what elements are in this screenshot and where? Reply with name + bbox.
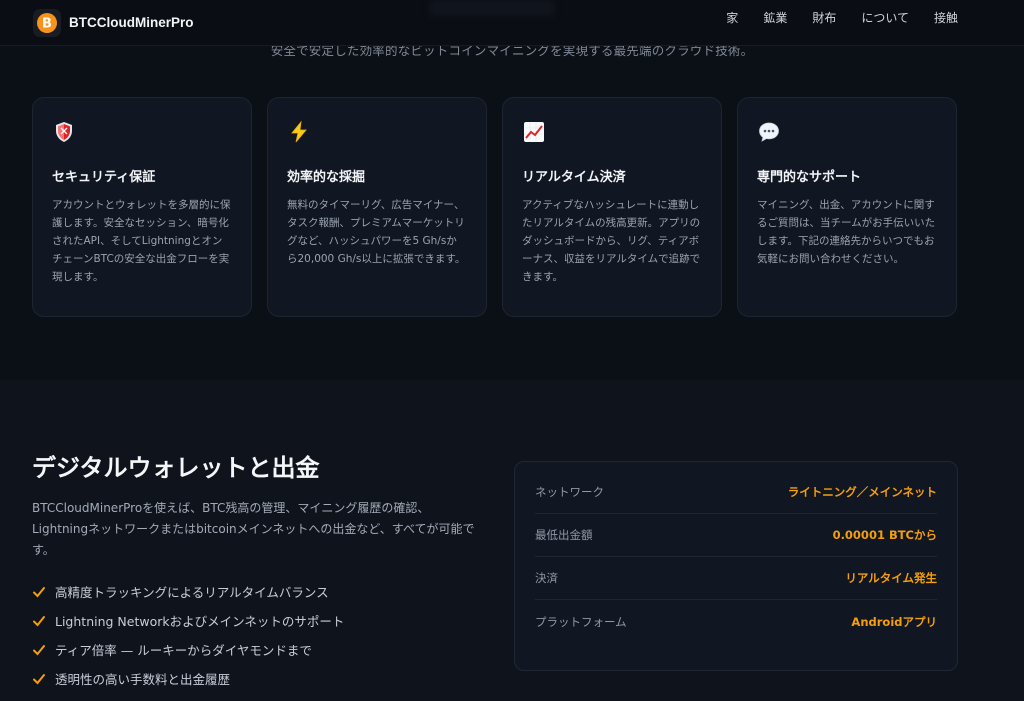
spec-label: プラットフォーム: [535, 614, 627, 629]
shield-icon: [56, 122, 72, 142]
wallet-section-title: デジタルウォレットと出金: [32, 454, 320, 482]
nav-link-contact[interactable]: 接触: [934, 9, 958, 26]
list-item-text: ティア倍率 — ルーキーからダイヤモンドまで: [55, 643, 312, 658]
spec-value: リアルタイム発生: [845, 571, 937, 585]
feature-desc: アクティブなハッシュレートに連動したリアルタイムの残高更新。アプリのダッシュボー…: [522, 199, 701, 283]
spec-row-min-withdrawal: 最低出金額 0.00001 BTCから: [535, 514, 937, 557]
feature-desc: 無料のタイマーリグ、広告マイナー、タスク報酬、プレミアムマーケットリグなど、ハッ…: [287, 199, 466, 265]
spec-label: ネットワーク: [535, 485, 604, 499]
check-icon: [33, 644, 45, 655]
feature-title: リアルタイム決済: [522, 170, 626, 185]
wallet-feature-list: 高精度トラッキングによるリアルタイムバランス Lightning Network…: [32, 577, 344, 693]
check-icon: [33, 615, 45, 626]
nav-link-home[interactable]: 家: [726, 9, 738, 26]
svg-text:B: B: [42, 16, 52, 31]
feature-desc: アカウントとウォレットを多層的に保護します。安全なセッション、暗号化されたAPI…: [52, 199, 231, 283]
feature-desc: マイニング、出金、アカウントに関するご質問は、当チームがお手伝いいたします。下記…: [757, 199, 936, 265]
lightning-icon: [291, 120, 307, 143]
list-item-text: Lightning Networkおよびメインネットのサポート: [55, 614, 345, 629]
feature-card-support: 専門的なサポート マイニング、出金、アカウントに関するご質問は、当チームがお手伝…: [737, 97, 957, 317]
list-item-text: 透明性の高い手数料と出金履歴: [55, 672, 231, 687]
blurred-nav-element: [430, 0, 554, 16]
feature-title: 効率的な採掘: [287, 170, 366, 185]
wallet-section-lead: BTCCloudMinerProを使えば、BTC残高の管理、マイニング履歴の確認…: [32, 501, 475, 557]
feature-card-settlement: リアルタイム決済 アクティブなハッシュレートに連動したリアルタイムの残高更新。ア…: [502, 97, 722, 317]
feature-title: 専門的なサポート: [757, 170, 862, 185]
page: B BTCCloudMinerPro 家 鉱業 財布 について 接触 安全で安定…: [0, 0, 1024, 701]
wallet-spec-panel: ネットワーク ライトニング／メインネット 最低出金額 0.00001 BTCから…: [514, 461, 958, 671]
spec-label: 決済: [535, 571, 558, 585]
check-icon: [33, 673, 45, 684]
nav-link-about[interactable]: について: [861, 9, 909, 26]
list-item: ティア倍率 — ルーキーからダイヤモンドまで: [32, 635, 344, 664]
list-item: 高精度トラッキングによるリアルタイムバランス: [32, 577, 344, 606]
spec-value: 0.00001 BTCから: [832, 528, 937, 542]
feature-cards: セキュリティ保証 アカウントとウォレットを多層的に保護します。安全なセッション、…: [32, 97, 972, 317]
brand-name: BTCCloudMinerPro: [69, 15, 194, 30]
feature-card-mining: 効率的な採掘 無料のタイマーリグ、広告マイナー、タスク報酬、プレミアムマーケット…: [267, 97, 487, 317]
spec-value: Androidアプリ: [851, 614, 937, 629]
nav-link-wallet[interactable]: 財布: [812, 9, 836, 26]
list-item: Lightning Networkおよびメインネットのサポート: [32, 606, 344, 635]
list-item-text: 高精度トラッキングによるリアルタイムバランス: [55, 585, 329, 600]
nav-links: 家 鉱業 財布 について 接触: [701, 0, 958, 34]
nav-link-mining[interactable]: 鉱業: [763, 9, 787, 26]
check-icon: [33, 586, 45, 597]
top-nav: B BTCCloudMinerPro 家 鉱業 財布 について 接触: [0, 0, 1024, 46]
feature-title: セキュリティ保証: [52, 170, 156, 185]
feature-card-security: セキュリティ保証 アカウントとウォレットを多層的に保護します。安全なセッション、…: [32, 97, 252, 317]
spec-row-platform: プラットフォーム Androidアプリ: [535, 600, 937, 643]
spec-value: ライトニング／メインネット: [787, 485, 937, 499]
spec-label: 最低出金額: [535, 528, 593, 542]
list-item: 透明性の高い手数料と出金履歴: [32, 664, 344, 693]
chart-up-icon: [524, 122, 544, 142]
spec-row-network: ネットワーク ライトニング／メインネット: [535, 471, 937, 514]
spec-row-settlement: 決済 リアルタイム発生: [535, 557, 937, 600]
bitcoin-logo-icon: B: [33, 8, 61, 37]
brand[interactable]: B BTCCloudMinerPro: [33, 8, 194, 37]
speech-bubble-icon: [759, 122, 779, 142]
